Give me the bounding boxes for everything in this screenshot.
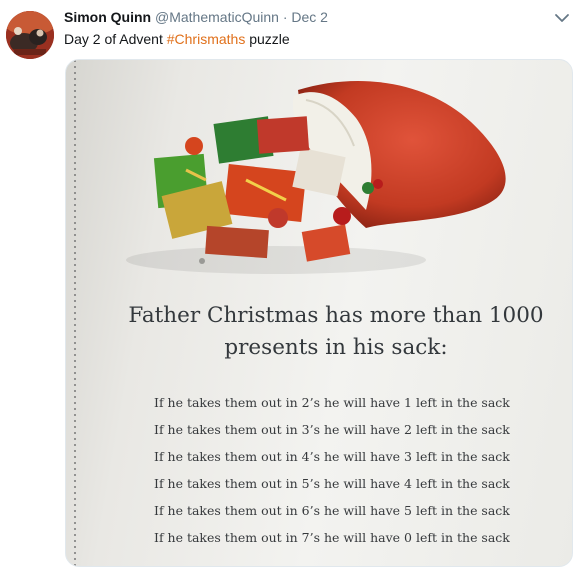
hashtag-link[interactable]: #Chrismaths: [167, 31, 246, 47]
puzzle-rule: If he takes them out in 4’s he will have…: [154, 449, 510, 464]
puzzle-title-line: Father Christmas has more than 1000: [128, 303, 544, 328]
tweet-date[interactable]: Dec 2: [291, 9, 328, 25]
puzzle-rule: If he takes them out in 2’s he will have…: [154, 395, 510, 410]
tweet-media[interactable]: Father Christmas has more than 1000 pres…: [65, 59, 573, 567]
avatar[interactable]: [6, 11, 54, 59]
tweet-text-part: Day 2 of Advent: [64, 31, 167, 47]
puzzle-rules: If he takes them out in 2’s he will have…: [154, 392, 534, 554]
chevron-down-icon[interactable]: [552, 10, 572, 26]
tweet-text: Day 2 of Advent #Chrismaths puzzle: [64, 31, 290, 47]
meta-separator: ·: [282, 9, 288, 25]
author-handle[interactable]: @MathematicQuinn: [155, 9, 279, 25]
puzzle-rule: If he takes them out in 7’s he will have…: [154, 530, 510, 545]
avatar-image: [6, 11, 54, 59]
puzzle-rule: If he takes them out in 5’s he will have…: [154, 476, 510, 491]
puzzle-rule: If he takes them out in 3’s he will have…: [154, 422, 510, 437]
puzzle-title-line: presents in his sack:: [224, 335, 448, 360]
tweet-header: Simon Quinn @MathematicQuinn · Dec 2: [64, 9, 328, 25]
puzzle-title: Father Christmas has more than 1000 pres…: [126, 300, 546, 364]
santa-sack-illustration: [126, 80, 506, 274]
tweet-text-part: puzzle: [245, 31, 290, 47]
author-name[interactable]: Simon Quinn: [64, 9, 151, 25]
puzzle-rule: If he takes them out in 6’s he will have…: [154, 503, 510, 518]
